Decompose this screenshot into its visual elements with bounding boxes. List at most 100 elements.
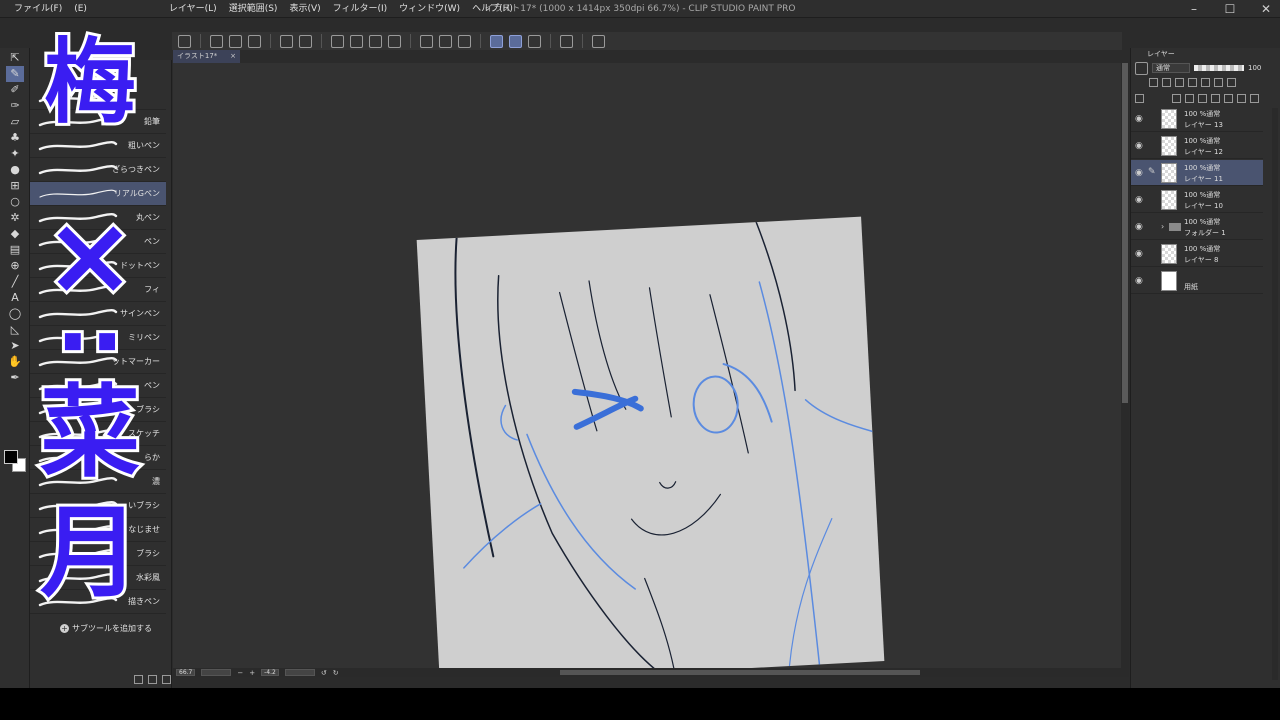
mask-create-icon[interactable] xyxy=(1237,93,1246,103)
move-tool-icon[interactable]: ➤ xyxy=(8,340,22,352)
snap-special-ruler-icon[interactable] xyxy=(509,34,522,48)
brush-item[interactable]: 描きペン xyxy=(30,590,166,614)
menu-selection[interactable]: 選択範囲(S) xyxy=(223,0,284,18)
pencil-tool-icon[interactable]: ✐ xyxy=(8,84,22,96)
eye-icon[interactable]: ◉ xyxy=(1135,141,1143,151)
menu-filter[interactable]: フィルター(I) xyxy=(327,0,394,18)
layer-tab[interactable]: レイヤー xyxy=(1147,48,1175,60)
mask-icon[interactable] xyxy=(1214,77,1223,87)
opacity-value[interactable]: 100 xyxy=(1248,64,1261,72)
fill-tool-icon[interactable]: ◆ xyxy=(8,228,22,240)
pen-tool-icon[interactable]: ✎ xyxy=(6,66,24,82)
brush-item[interactable]: ブラシ xyxy=(30,398,166,422)
brush-item[interactable]: ペン xyxy=(30,230,166,254)
layer-row[interactable]: ◉ › 100 %通常 フォルダー 1 xyxy=(1131,214,1263,240)
grid-tool-icon[interactable]: ⊞ xyxy=(8,180,22,192)
eye-icon[interactable]: ◉ xyxy=(1135,168,1143,178)
clip-icon[interactable] xyxy=(1162,77,1171,87)
new-file-icon[interactable] xyxy=(210,34,223,48)
menu-window[interactable]: ウィンドウ(W) xyxy=(393,0,466,18)
assets-icon[interactable] xyxy=(592,34,605,48)
deselect-icon[interactable] xyxy=(420,34,433,48)
wand-tool-icon[interactable]: ✲ xyxy=(8,212,22,224)
brush-item[interactable]: なじませ xyxy=(30,518,166,542)
new-raster-layer-icon[interactable] xyxy=(1172,93,1181,103)
color-swatch[interactable] xyxy=(4,450,26,472)
zoom-in-icon[interactable]: + xyxy=(249,669,255,677)
eye-icon[interactable]: ◉ xyxy=(1135,195,1143,205)
redo-icon[interactable] xyxy=(299,34,312,48)
frame-tool-icon[interactable]: ◺ xyxy=(8,324,22,336)
eye-icon[interactable]: ◉ xyxy=(1135,222,1143,232)
sparkle-tool-icon[interactable]: ✦ xyxy=(8,148,22,160)
rotate-left-icon[interactable]: ↺ xyxy=(321,669,327,677)
layer-row[interactable]: ◉ 用紙 xyxy=(1131,268,1263,294)
rotate-right-icon[interactable]: ↻ xyxy=(333,669,339,677)
brush-item[interactable]: 水彩風 xyxy=(30,566,166,590)
invert-selection-icon[interactable] xyxy=(439,34,452,48)
eyedropper-tool-icon[interactable]: ✒ xyxy=(8,372,22,384)
zoom-tool-icon[interactable]: ⊕ xyxy=(8,260,22,272)
navigator-icon[interactable] xyxy=(178,34,191,48)
layer-row[interactable]: ◉ 100 %通常 レイヤー 10 xyxy=(1131,187,1263,213)
hand-tool-icon[interactable]: ✋ xyxy=(8,356,22,368)
opacity-slider[interactable] xyxy=(1194,65,1244,71)
gradient-tool-icon[interactable]: ▤ xyxy=(8,244,22,256)
zoom-slider[interactable] xyxy=(201,669,232,676)
balloon-tool-icon[interactable]: ◯ xyxy=(8,308,22,320)
foreground-color[interactable] xyxy=(4,450,18,464)
menu-help[interactable]: ヘルプ(H) xyxy=(466,0,519,18)
delete-subtool-icon[interactable] xyxy=(162,675,171,684)
snap-ruler-icon[interactable] xyxy=(490,34,503,48)
close-button[interactable]: ✕ xyxy=(1258,2,1274,16)
horizontal-scrollbar[interactable] xyxy=(560,670,920,675)
menu-edit[interactable]: (E) xyxy=(68,0,93,18)
brush-item[interactable]: ブラシ xyxy=(30,542,166,566)
brush-item[interactable]: らか xyxy=(30,446,166,470)
line-tool-icon[interactable]: ╱ xyxy=(8,276,22,288)
brush-item[interactable]: いブラシ xyxy=(30,494,166,518)
text-tool-icon[interactable]: A xyxy=(8,292,22,304)
tool-selector-icon[interactable]: ⇱ xyxy=(8,52,22,64)
folder-expand-icon[interactable]: › xyxy=(1161,222,1164,231)
zoom-field[interactable]: 66.7 xyxy=(176,669,196,676)
decoration-tool-icon[interactable]: ♣ xyxy=(8,132,22,144)
drawing-paper[interactable] xyxy=(416,216,885,668)
close-icon[interactable]: × xyxy=(230,50,236,63)
minimize-button[interactable]: – xyxy=(1186,2,1202,16)
panel-menu-icon[interactable] xyxy=(1135,93,1144,103)
layer-scrollbar[interactable] xyxy=(1272,108,1278,680)
menu-layer[interactable]: レイヤー(L) xyxy=(163,0,223,18)
add-subtool-button[interactable]: + サブツールを追加する xyxy=(60,623,152,634)
lock-icon[interactable] xyxy=(1149,77,1158,87)
brush-item[interactable]: スケッチ xyxy=(30,422,166,446)
loading-icon[interactable] xyxy=(331,34,344,48)
layer-row[interactable]: ◉ 100 %通常 レイヤー 12 xyxy=(1131,133,1263,159)
eye-icon[interactable]: ◉ xyxy=(1135,249,1143,259)
scroll-thumb[interactable] xyxy=(1122,63,1128,403)
vertical-scrollbar[interactable] xyxy=(1121,63,1129,668)
brush-item[interactable]: サインペン xyxy=(30,302,166,326)
angle-field[interactable]: -4.2 xyxy=(261,669,279,676)
eye-icon[interactable]: ◉ xyxy=(1135,114,1143,124)
brush-item[interactable]: フィ xyxy=(30,278,166,302)
undo-icon[interactable] xyxy=(280,34,293,48)
lock-alpha-icon[interactable] xyxy=(1201,77,1210,87)
brush-item[interactable]: ミリペン xyxy=(30,326,166,350)
brush-item[interactable]: ペン xyxy=(30,374,166,398)
layer-row[interactable]: ◉ 100 %通常 レイヤー 8 xyxy=(1131,241,1263,267)
open-file-icon[interactable] xyxy=(229,34,242,48)
maximize-button[interactable]: ☐ xyxy=(1222,2,1238,16)
menu-view[interactable]: 表示(V) xyxy=(283,0,326,18)
delete-layer-icon[interactable] xyxy=(1250,93,1259,103)
zoom-out-icon[interactable]: − xyxy=(237,669,243,677)
brush-item[interactable]: 粗いペン xyxy=(30,134,166,158)
draft-icon[interactable] xyxy=(1188,77,1197,87)
reference-icon[interactable] xyxy=(1175,77,1184,87)
menu-file[interactable]: ファイル(F) xyxy=(8,0,68,18)
canvas-tab[interactable]: イラスト17* × xyxy=(173,50,240,63)
eye-icon[interactable]: ◉ xyxy=(1135,276,1143,286)
brush-item[interactable] xyxy=(30,86,166,110)
clear-icon[interactable] xyxy=(458,34,471,48)
layer-property-icon[interactable] xyxy=(1135,61,1148,75)
